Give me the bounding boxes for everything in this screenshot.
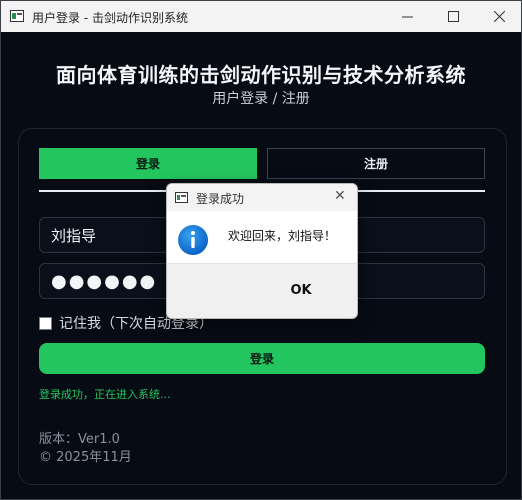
minimize-icon [401,16,413,18]
version-text: 版本：Ver1.0 [39,432,120,447]
page-subtitle: 用户登录 / 注册 [212,91,310,107]
close-button[interactable] [476,1,522,32]
success-dialog: 登录成功 ✕ 欢迎回来，刘指导！ OK [166,183,358,319]
window-title: 用户登录 - 击剑动作识别系统 [32,11,188,25]
close-icon [493,11,505,22]
dialog-close-icon[interactable]: ✕ [334,188,346,204]
status-message: 登录成功，正在进入系统... [39,388,171,401]
dialog-message: 欢迎回来，刘指导！ [228,229,337,243]
remember-checkbox[interactable] [39,316,52,330]
minimize-button[interactable] [384,1,430,32]
dialog-ok-button[interactable]: OK [277,281,325,299]
copyright-text: © 2025年11月 [39,450,132,465]
dialog-footer [167,263,357,318]
maximize-icon [447,11,459,22]
tab-login[interactable]: 登录 [39,148,257,179]
info-icon [178,225,208,255]
page-title: 面向体育训练的击剑动作识别与技术分析系统 [56,63,466,87]
app-icon [10,10,24,22]
maximize-button[interactable] [430,1,476,32]
dialog-titlebar: 登录成功 ✕ [167,184,357,211]
dialog-app-icon [175,192,188,203]
window-titlebar: 用户登录 - 击剑动作识别系统 [1,1,521,32]
login-submit-button[interactable]: 登录 [39,343,485,374]
dialog-title: 登录成功 [196,192,245,206]
tab-register[interactable]: 注册 [267,148,485,179]
